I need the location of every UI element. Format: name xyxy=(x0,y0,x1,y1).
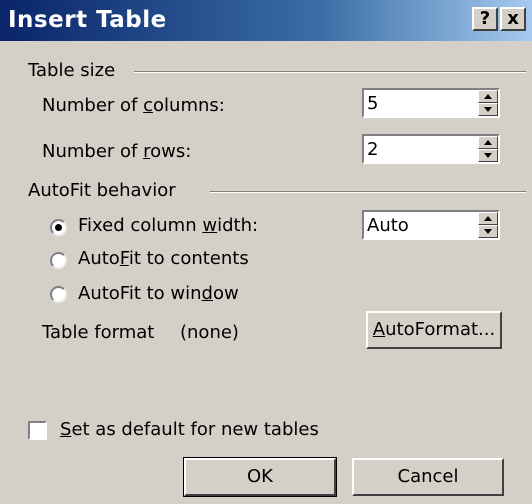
columns-down-arrow[interactable] xyxy=(478,103,498,116)
columns-value[interactable]: 5 xyxy=(367,93,378,114)
columns-up-arrow[interactable] xyxy=(478,90,498,103)
default-checkbox-label[interactable]: Set as default for new tables xyxy=(60,419,319,440)
table-size-legend: Table size xyxy=(28,60,116,81)
default-checkbox[interactable] xyxy=(28,421,47,440)
autofit-window-label[interactable]: AutoFit to window xyxy=(78,283,239,304)
cancel-button[interactable]: Cancel xyxy=(352,458,504,496)
autofit-legend: AutoFit behavior xyxy=(28,180,176,201)
columns-label: Number of columns: xyxy=(42,95,225,116)
fixed-width-radio[interactable] xyxy=(50,219,67,236)
radio-selected-dot xyxy=(55,224,62,231)
autofit-window-radio[interactable] xyxy=(50,286,67,303)
rows-spinner[interactable]: 2 xyxy=(362,134,500,164)
autoformat-button[interactable]: AutoFormat... xyxy=(366,311,502,349)
table-format-value: (none) xyxy=(180,322,239,343)
dialog-title: Insert Table xyxy=(8,7,167,33)
fixed-width-spinner[interactable]: Auto xyxy=(362,210,500,240)
help-button[interactable]: ? xyxy=(472,7,498,31)
autofit-divider xyxy=(210,191,526,193)
autofit-contents-radio[interactable] xyxy=(50,252,67,269)
fixed-width-down-arrow[interactable] xyxy=(478,225,498,238)
ok-button[interactable]: OK xyxy=(183,457,337,497)
title-bar: Insert Table ? x xyxy=(0,0,532,41)
rows-up-arrow[interactable] xyxy=(478,136,498,149)
table-size-divider xyxy=(134,71,526,73)
columns-spinner[interactable]: 5 xyxy=(362,88,500,118)
rows-value[interactable]: 2 xyxy=(367,139,378,160)
fixed-width-value[interactable]: Auto xyxy=(367,215,409,236)
fixed-width-up-arrow[interactable] xyxy=(478,212,498,225)
rows-label: Number of rows: xyxy=(42,141,192,162)
close-button[interactable]: x xyxy=(500,7,526,31)
rows-down-arrow[interactable] xyxy=(478,149,498,162)
autofit-contents-label[interactable]: AutoFit to contents xyxy=(78,248,249,269)
fixed-width-label[interactable]: Fixed column width: xyxy=(78,215,258,236)
table-format-label: Table format xyxy=(42,322,155,343)
